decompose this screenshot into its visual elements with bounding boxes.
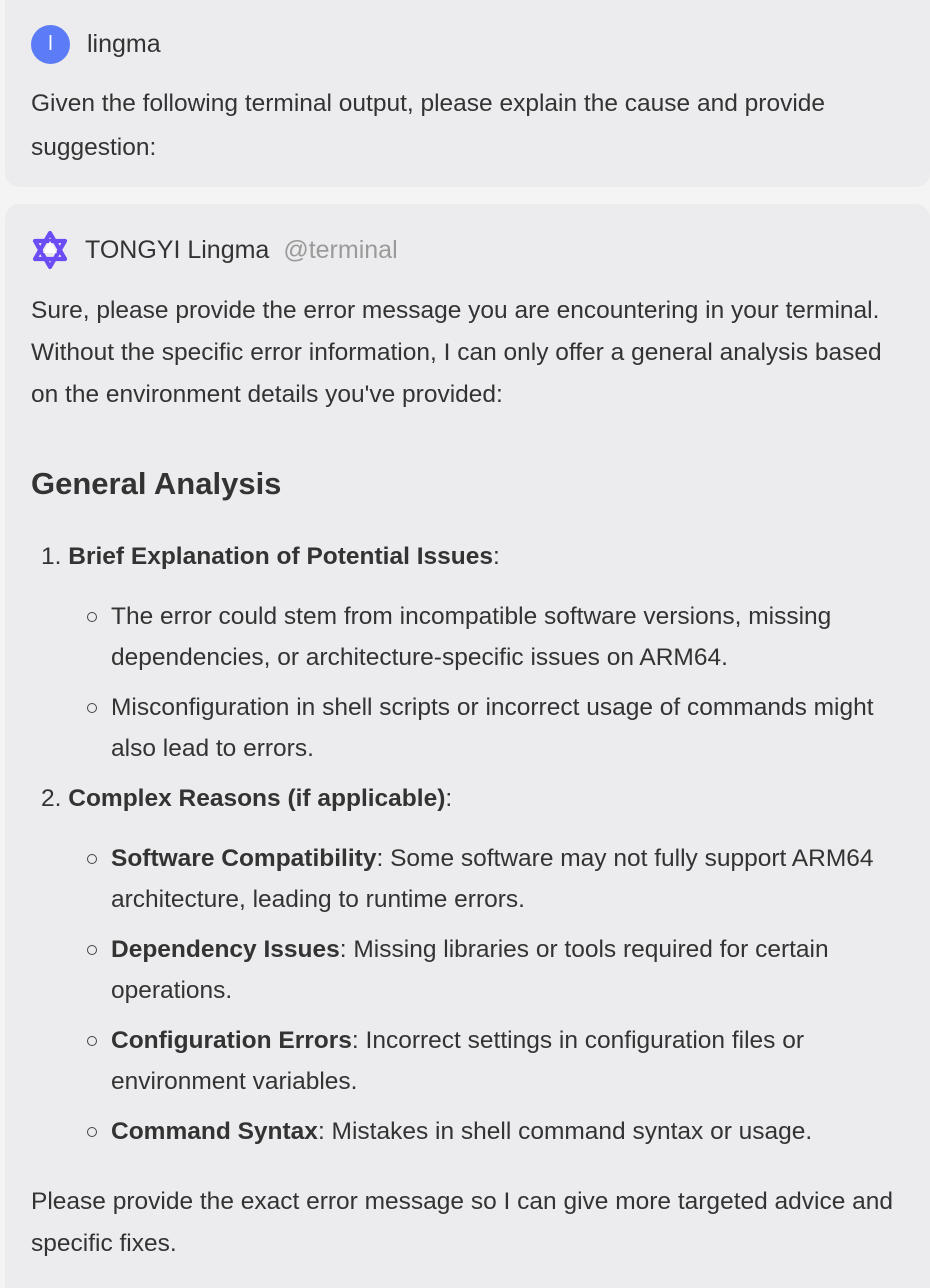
list-item-suffix: :: [445, 785, 453, 812]
bullet-marker: [87, 945, 97, 955]
bullet-marker: [87, 854, 97, 864]
assistant-handle[interactable]: @terminal: [283, 236, 397, 265]
list-number: 1.: [41, 543, 62, 570]
user-avatar: l: [31, 25, 70, 64]
assistant-intro: Sure, please provide the error message y…: [31, 297, 882, 408]
list-item-title: Complex Reasons (if applicable): [68, 785, 446, 812]
tongyi-logo-icon: [32, 230, 68, 270]
subitem-title: Software Compatibility: [111, 845, 377, 872]
bullet-marker: [87, 703, 97, 713]
bullet-marker: [87, 1036, 97, 1046]
user-header: l lingma: [31, 25, 161, 64]
list-subitem: Misconfiguration in shell scripts or inc…: [111, 694, 874, 762]
list-item-2: 2. Complex Reasons (if applicable):: [41, 778, 452, 820]
list-subitem: The error could stem from incompatible s…: [111, 603, 832, 671]
subitem-text: : Mistakes in shell command syntax or us…: [317, 1118, 813, 1145]
subitem-title: Dependency Issues: [111, 936, 340, 963]
list-subitem: Command Syntax: Mistakes in shell comman…: [111, 1111, 911, 1152]
list-subitem: Dependency Issues: Missing libraries or …: [111, 929, 911, 1011]
list-subitem: Configuration Errors: Incorrect settings…: [111, 1020, 911, 1102]
list-subitem: Software Compatibility: Some software ma…: [111, 838, 911, 920]
bullet-marker: [87, 1127, 97, 1137]
assistant-message: TONGYI Lingma @terminal Sure, please pro…: [5, 204, 930, 1288]
list-item-suffix: :: [493, 543, 500, 570]
list-item-1: 1. Brief Explanation of Potential Issues…: [41, 536, 500, 578]
list-item-title: Brief Explanation of Potential Issues: [68, 543, 494, 570]
assistant-header: TONGYI Lingma @terminal: [29, 229, 398, 271]
subitem-title: Configuration Errors: [111, 1027, 352, 1054]
subitem-title: Command Syntax: [111, 1118, 318, 1145]
assistant-name: TONGYI Lingma: [85, 235, 270, 264]
section-heading: General Analysis: [31, 466, 282, 501]
list-number: 2.: [41, 785, 62, 812]
bullet-marker: [87, 612, 97, 622]
user-message: l lingma Given the following terminal ou…: [5, 0, 930, 187]
assistant-closing: Please provide the exact error message s…: [31, 1188, 894, 1257]
user-name: lingma: [87, 30, 161, 58]
user-message-text: Given the following terminal output, ple…: [31, 90, 826, 161]
